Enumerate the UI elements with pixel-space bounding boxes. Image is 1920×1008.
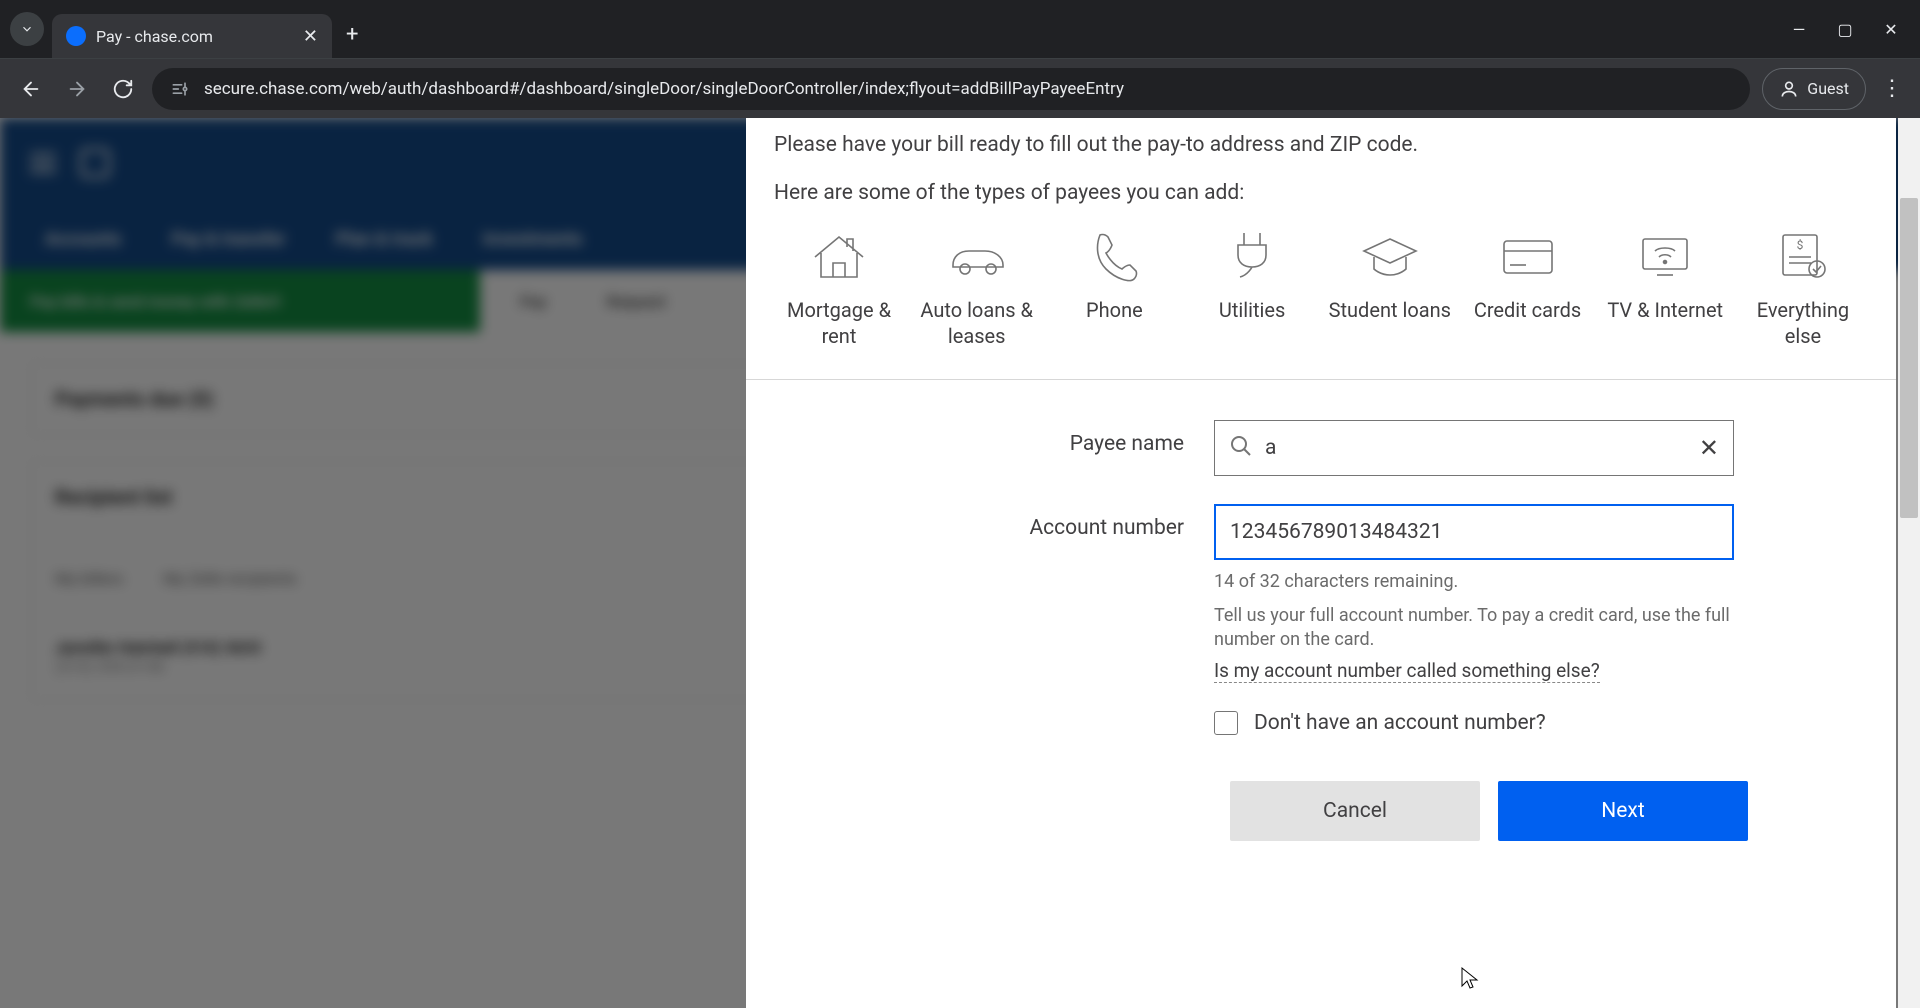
car-icon: [944, 227, 1010, 283]
credit-card-icon: [1495, 227, 1561, 283]
cancel-button[interactable]: Cancel: [1230, 781, 1480, 841]
payee-type-utilities[interactable]: Utilities: [1187, 227, 1317, 349]
payee-type-tv-internet[interactable]: TV & Internet: [1600, 227, 1730, 349]
reload-button[interactable]: [106, 72, 140, 106]
forward-button[interactable]: [60, 72, 94, 106]
page-viewport: Accounts Pay & transfer Plan & track Inv…: [0, 118, 1920, 1008]
favicon-icon: [66, 26, 86, 46]
site-settings-icon[interactable]: [168, 77, 192, 101]
arrow-right-icon: [66, 78, 88, 100]
close-icon[interactable]: ✕: [303, 26, 318, 47]
person-icon: [1779, 79, 1799, 99]
intro-line-2: Here are some of the types of payees you…: [774, 178, 1868, 208]
account-help-link[interactable]: Is my account number called something el…: [1214, 659, 1600, 683]
add-payee-flyout: Please have your bill ready to fill out …: [746, 118, 1896, 1008]
payee-type-label: Auto loans & leases: [912, 297, 1042, 349]
payee-type-label: Credit cards: [1474, 297, 1581, 323]
payee-type-phone[interactable]: Phone: [1049, 227, 1179, 349]
chars-remaining-text: 14 of 32 characters remaining.: [1214, 570, 1734, 594]
vertical-scrollbar[interactable]: [1898, 118, 1920, 1008]
account-number-input-wrap[interactable]: [1214, 504, 1734, 560]
graduation-cap-icon: [1357, 227, 1423, 283]
clear-input-button[interactable]: ✕: [1699, 434, 1719, 462]
house-icon: [806, 227, 872, 283]
next-button[interactable]: Next: [1498, 781, 1748, 841]
intro-line-1: Please have your bill ready to fill out …: [774, 130, 1868, 160]
payee-name-label: Payee name: [774, 420, 1214, 456]
monitor-wifi-icon: [1632, 227, 1698, 283]
svg-text:$: $: [1797, 238, 1804, 252]
window-controls: ― ▢ ✕: [1790, 20, 1900, 39]
minimize-button[interactable]: ―: [1790, 20, 1808, 39]
form-actions: Cancel Next: [774, 781, 1868, 841]
browser-menu-button[interactable]: ⋮: [1878, 76, 1906, 101]
divider: [746, 379, 1896, 380]
payee-type-credit-cards[interactable]: Credit cards: [1463, 227, 1593, 349]
payee-type-label: Student loans: [1329, 297, 1451, 323]
no-account-checkbox[interactable]: [1214, 711, 1238, 735]
no-account-label: Don't have an account number?: [1254, 711, 1546, 735]
account-number-input[interactable]: [1230, 506, 1718, 558]
payee-name-input[interactable]: [1265, 436, 1683, 460]
payee-type-mortgage[interactable]: Mortgage & rent: [774, 227, 904, 349]
payee-type-auto[interactable]: Auto loans & leases: [912, 227, 1042, 349]
payee-type-label: Everything else: [1738, 297, 1868, 349]
back-button[interactable]: [14, 72, 48, 106]
browser-toolbar: secure.chase.com/web/auth/dashboard#/das…: [0, 58, 1920, 118]
payee-type-label: Utilities: [1219, 297, 1285, 323]
close-window-button[interactable]: ✕: [1882, 20, 1900, 39]
no-account-row[interactable]: Don't have an account number?: [1214, 711, 1868, 735]
account-number-label: Account number: [774, 504, 1214, 540]
plug-icon: [1219, 227, 1285, 283]
payee-form: Payee name ✕ Account number: [774, 420, 1868, 841]
arrow-left-icon: [20, 78, 42, 100]
new-tab-button[interactable]: +: [346, 22, 358, 47]
profile-button[interactable]: Guest: [1762, 68, 1866, 110]
payee-type-label: Phone: [1086, 297, 1143, 323]
scrollbar-thumb[interactable]: [1900, 198, 1918, 518]
search-icon: [1229, 434, 1253, 462]
url-text: secure.chase.com/web/auth/dashboard#/das…: [204, 79, 1124, 99]
tab-title: Pay - chase.com: [96, 27, 213, 46]
browser-titlebar: Pay - chase.com ✕ + ― ▢ ✕: [0, 0, 1920, 58]
tab-search-dropdown[interactable]: [10, 12, 44, 46]
payee-type-student-loans[interactable]: Student loans: [1325, 227, 1455, 349]
browser-tab[interactable]: Pay - chase.com ✕: [52, 14, 332, 58]
payee-type-row: Mortgage & rent Auto loans & leases Phon…: [774, 227, 1868, 379]
profile-label: Guest: [1807, 79, 1849, 98]
intro-text: Please have your bill ready to fill out …: [774, 130, 1868, 209]
invoice-check-icon: $: [1770, 227, 1836, 283]
phone-icon: [1081, 227, 1147, 283]
payee-type-label: TV & Internet: [1607, 297, 1723, 323]
payee-type-label: Mortgage & rent: [774, 297, 904, 349]
chevron-down-icon: [20, 22, 34, 36]
payee-name-input-wrap[interactable]: ✕: [1214, 420, 1734, 476]
account-help-text: Tell us your full account number. To pay…: [1214, 604, 1734, 653]
address-bar[interactable]: secure.chase.com/web/auth/dashboard#/das…: [152, 68, 1750, 110]
payee-type-everything-else[interactable]: $ Everything else: [1738, 227, 1868, 349]
reload-icon: [112, 78, 134, 100]
maximize-button[interactable]: ▢: [1836, 20, 1854, 39]
